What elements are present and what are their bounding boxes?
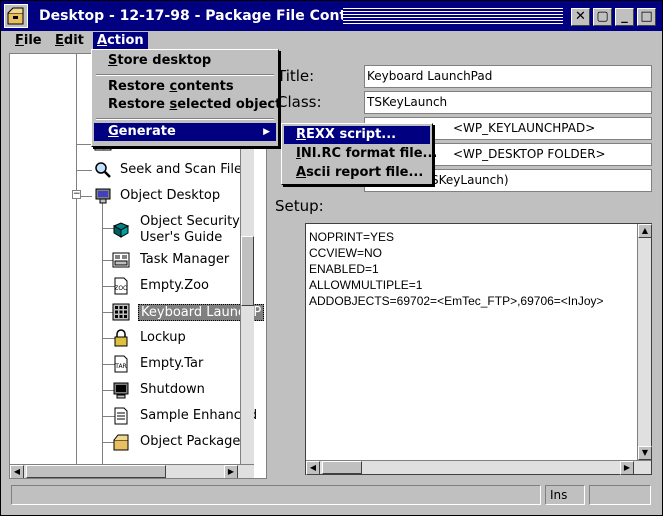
menu-item-ascii-report[interactable]: Ascii report file... bbox=[284, 164, 430, 182]
menu-item-restore-selected[interactable]: Restore selected object bbox=[94, 96, 281, 114]
menu-item-rexx-script[interactable]: REXX script... bbox=[284, 126, 430, 144]
maximize-button[interactable]: □ bbox=[637, 8, 656, 26]
status-bar: Ins bbox=[11, 485, 656, 507]
tree-item-shutdown[interactable]: Shutdown bbox=[10, 380, 250, 402]
setup-label: Setup: bbox=[275, 197, 324, 215]
book-icon bbox=[112, 221, 130, 239]
shutdown-icon bbox=[112, 381, 130, 399]
tree-item-seek-and-scan[interactable]: Seek and Scan Files bbox=[10, 160, 250, 182]
class-field[interactable]: TSKeyLaunch bbox=[364, 91, 652, 114]
tree-item-keyboard-launchpad[interactable]: Keyboard LaunchP bbox=[10, 302, 265, 324]
title-field[interactable]: Keyboard LaunchPad bbox=[364, 65, 652, 88]
tree-vscroll-thumb[interactable] bbox=[241, 236, 254, 306]
scroll-right-button[interactable]: ▶ bbox=[224, 465, 238, 478]
tree-item-label: Object Desktop bbox=[120, 188, 221, 203]
window-title: Desktop - 12-17-98 - Package File Conten… bbox=[39, 8, 381, 24]
menu-item-ini-rc-file[interactable]: INI.RC format file... bbox=[284, 145, 437, 163]
tree-item-empty-zoo[interactable]: ZOO Empty.Zoo bbox=[10, 276, 250, 298]
tree-item-label: Empty.Zoo bbox=[140, 278, 210, 293]
title-bar-stripes bbox=[343, 8, 563, 24]
tree-item-lockup[interactable]: Lockup bbox=[10, 328, 250, 350]
status-message bbox=[11, 485, 541, 505]
close-button[interactable]: ✕ bbox=[571, 8, 590, 26]
title-bar[interactable]: Desktop - 12-17-98 - Package File Conten… bbox=[1, 1, 662, 31]
tree-horizontal-scrollbar[interactable]: ◀ ▶ bbox=[10, 464, 254, 478]
submenu-arrow-icon: ▶ bbox=[263, 127, 270, 137]
menu-file[interactable]: File bbox=[11, 32, 46, 50]
scroll-right-button[interactable]: ▶ bbox=[620, 461, 634, 475]
desktop-icon bbox=[94, 187, 112, 205]
menu-action[interactable]: Action bbox=[93, 32, 148, 50]
tree-item-label: Task Manager bbox=[140, 252, 230, 267]
generate-submenu: REXX script... INI.RC format file... Asc… bbox=[281, 123, 437, 185]
tree-item-sample-enhanced[interactable]: Sample Enhanced bbox=[10, 406, 257, 428]
tree-hscroll-thumb[interactable] bbox=[26, 465, 166, 478]
tree-item-label: Empty.Tar bbox=[140, 356, 204, 371]
menu-separator bbox=[96, 74, 274, 76]
details-panel: Title: Keyboard LaunchPad Class: TSKeyLa… bbox=[267, 53, 662, 483]
setup-hscroll-thumb[interactable] bbox=[322, 461, 362, 474]
setup-horizontal-scrollbar[interactable]: ◀ ▶ bbox=[306, 460, 651, 475]
tree-item-empty-tar[interactable]: TAR Empty.Tar bbox=[10, 354, 250, 376]
package-icon bbox=[112, 433, 130, 451]
scroll-left-button[interactable]: ◀ bbox=[10, 465, 24, 478]
status-ins: Ins bbox=[545, 485, 585, 505]
task-manager-icon bbox=[112, 251, 130, 269]
tree-item-label: Shutdown bbox=[140, 382, 205, 397]
setup-textarea[interactable]: NOPRINT=YES CCVIEW=NO ENABLED=1 ALLOWMULTIP… bbox=[305, 223, 652, 475]
menu-edit[interactable]: Edit bbox=[51, 32, 88, 50]
minimize-button[interactable]: _ bbox=[615, 8, 634, 26]
setup-vertical-scrollbar[interactable]: ▲ ▼ bbox=[637, 224, 652, 460]
svg-text:ZOO: ZOO bbox=[114, 285, 128, 292]
menu-item-generate[interactable]: Generate ▶ bbox=[94, 123, 276, 141]
tree-item-label: Object Package bbox=[140, 434, 241, 449]
action-menu-dropdown: Store desktop Restore contents Restore s… bbox=[91, 49, 281, 147]
tree-item-label: Lockup bbox=[140, 330, 186, 345]
scroll-up-button[interactable]: ▲ bbox=[638, 224, 652, 238]
class-label: Class: bbox=[277, 93, 322, 111]
menu-bar: File Edit Action bbox=[1, 31, 662, 51]
scroll-left-button[interactable]: ◀ bbox=[306, 461, 320, 475]
package-file-icon[interactable] bbox=[4, 4, 28, 28]
status-extra bbox=[589, 485, 651, 505]
menu-item-store-desktop[interactable]: Store desktop bbox=[94, 52, 276, 70]
svg-text:TAR: TAR bbox=[114, 363, 126, 370]
tree-item-object-security[interactable]: Object Security User's Guide bbox=[10, 214, 250, 245]
tree-item-label: Seek and Scan Files bbox=[120, 162, 249, 177]
tree-item-object-desktop[interactable]: − Object Desktop bbox=[10, 186, 250, 208]
setup-text: NOPRINT=YES CCVIEW=NO ENABLED=1 ALLOWMULTIP… bbox=[309, 230, 604, 308]
tar-file-icon: TAR bbox=[112, 355, 130, 373]
title-label: Title: bbox=[277, 67, 315, 85]
lock-icon bbox=[112, 329, 130, 347]
tree-item-label: Object Security User's Guide bbox=[140, 214, 240, 245]
keyboard-icon bbox=[112, 303, 130, 321]
tree-item-object-package[interactable]: Object Package bbox=[10, 432, 250, 454]
main-window: Desktop - 12-17-98 - Package File Conten… bbox=[0, 0, 663, 516]
menu-separator bbox=[96, 118, 274, 120]
scroll-down-button[interactable]: ▼ bbox=[638, 446, 652, 460]
restore-button[interactable]: ▢ bbox=[593, 8, 612, 26]
magnifier-icon bbox=[94, 161, 112, 179]
tree-item-task-manager[interactable]: Task Manager bbox=[10, 250, 250, 272]
document-icon bbox=[112, 407, 130, 425]
zoo-file-icon: ZOO bbox=[112, 277, 130, 295]
tree-expander[interactable]: − bbox=[72, 190, 81, 199]
menu-item-restore-contents[interactable]: Restore contents bbox=[94, 78, 276, 96]
